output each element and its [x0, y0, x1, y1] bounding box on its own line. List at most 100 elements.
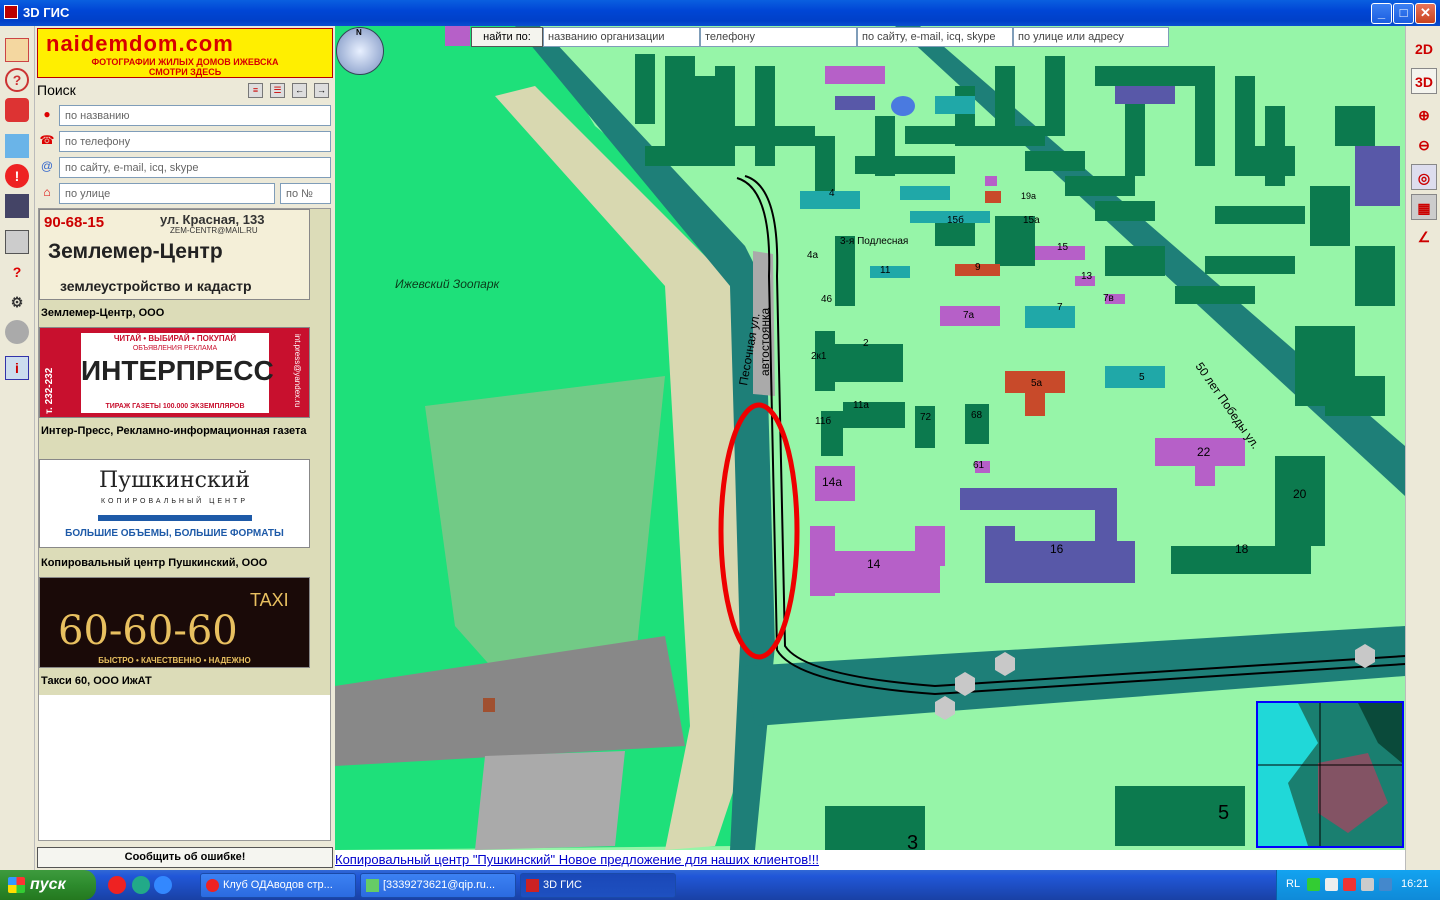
banner-site: naidemdom.com	[46, 31, 234, 56]
list-icon[interactable]: ≡	[248, 83, 263, 98]
podlesnaya-label: 3-я Подлесная	[840, 236, 908, 247]
camera-icon[interactable]	[5, 194, 29, 218]
opera-icon[interactable]	[108, 876, 126, 894]
svg-text:15б: 15б	[947, 214, 964, 226]
search-site-input[interactable]	[59, 157, 331, 178]
taskbar: пуск Клуб ОДАводов стр... [3339273621@qi…	[0, 870, 1440, 900]
window-title: 3D ГИС	[23, 5, 70, 20]
find-button[interactable]: найти по:	[471, 27, 543, 47]
tray-icon-2[interactable]	[1325, 878, 1338, 891]
report-error-button[interactable]: Сообщить об ошибке!	[37, 847, 333, 868]
victory-label: 50 лет Победы ул.	[1193, 360, 1263, 452]
pool	[891, 96, 915, 116]
ad-interpress-sub: ОБЪЯВЛЕНИЯ РЕКЛАМА	[132, 345, 218, 352]
opera-task-icon	[206, 879, 219, 892]
layers-icon[interactable]: ▦	[1411, 194, 1437, 220]
svg-text:9: 9	[975, 262, 981, 273]
ad-taxi-label: TAXI	[250, 590, 289, 610]
svg-text:18: 18	[1235, 542, 1249, 556]
language-indicator[interactable]: RL	[1286, 878, 1300, 890]
car-icon[interactable]	[5, 98, 29, 122]
ad-taxi-slogan: БЫСТРО • КАЧЕСТВЕННО • НАДЕЖНО	[98, 656, 251, 665]
settings-icon[interactable]: ⚙	[5, 290, 29, 314]
find-org-input[interactable]	[543, 27, 700, 47]
ad-interpress-title: ИНТЕРПРЕСС	[81, 355, 274, 386]
print-icon[interactable]	[5, 230, 29, 254]
ad-zemlemer-subtitle: землеустройство и кадастр	[60, 278, 252, 294]
ad-taxi-caption[interactable]: Такси 60, ООО ИжАТ	[41, 675, 152, 688]
ad-interpress[interactable]: т. 232-232 ЧИТАЙ • ВЫБИРАЙ • ПОКУПАЙ ОБЪ…	[39, 327, 330, 459]
tree-list-icon[interactable]: ☰	[270, 83, 285, 98]
zoom-out-icon[interactable]: ⊖	[1411, 132, 1437, 158]
search-name-input[interactable]	[59, 105, 331, 126]
route-icon[interactable]	[5, 134, 29, 158]
ad-pushkinsky-bar	[98, 515, 252, 521]
network-icon[interactable]	[132, 876, 150, 894]
ad-interpress-caption[interactable]: Интер-Пресс, Рекламно-информационная газ…	[41, 425, 311, 438]
tray-icon-1[interactable]	[1307, 878, 1320, 891]
find-phone-input[interactable]	[700, 27, 857, 47]
task-qip[interactable]: [3339273621@qip.ru...	[360, 873, 516, 898]
search-house-input[interactable]	[280, 183, 331, 204]
disc-icon[interactable]	[5, 320, 29, 344]
ad-zemlemer[interactable]: 90-68-15 ул. Красная, 133 ZEM-CENTR@MAIL…	[39, 209, 330, 327]
maximize-button[interactable]: □	[1393, 3, 1414, 24]
minimize-button[interactable]: _	[1371, 3, 1392, 24]
banner-line1: ФОТОГРАФИИ ЖИЛЫХ ДОМОВ ИЖЕВСКА	[91, 57, 279, 67]
svg-text:13: 13	[1081, 271, 1093, 282]
book-icon[interactable]	[5, 38, 29, 62]
sidebar: naidemdom.com ФОТОГРАФИИ ЖИЛЫХ ДОМОВ ИЖЕ…	[35, 26, 335, 870]
close-button[interactable]: ✕	[1415, 3, 1436, 24]
zoom-in-icon[interactable]: ⊕	[1411, 102, 1437, 128]
svg-text:16: 16	[1050, 542, 1064, 556]
minimap[interactable]	[1256, 701, 1404, 848]
ad-zemlemer-caption[interactable]: Землемер-Центр, ООО	[41, 307, 164, 320]
svg-text:68: 68	[971, 410, 983, 421]
house-icon: ⌂	[43, 185, 51, 199]
info-icon[interactable]: i	[5, 356, 29, 380]
back-arrow-icon[interactable]: ←	[292, 83, 307, 98]
ad-taxi[interactable]: TAXI 60-60-60 БЫСТРО • КАЧЕСТВЕННО • НАД…	[39, 577, 330, 695]
svg-text:11б: 11б	[815, 415, 831, 427]
phone-icon: ☎	[39, 133, 55, 147]
task-club[interactable]: Клуб ОДАводов стр...	[200, 873, 356, 898]
bottom-ad-link[interactable]: Копировальный центр "Пушкинский" Новое п…	[335, 852, 819, 867]
forward-arrow-icon[interactable]: →	[314, 83, 329, 98]
tray-icon-3[interactable]	[1343, 878, 1356, 891]
zoo-label: Ижевский Зоопарк	[395, 277, 501, 291]
ad-interpress-phone: т. 232-232	[44, 367, 55, 414]
right-toolbar: 2D 3D ⊕ ⊖ ◎ ▦ ∠	[1405, 26, 1440, 870]
ad-pushkinsky[interactable]: Пушкинский КОПИРОВАЛЬНЫЙ ЦЕНТР БОЛЬШИЕ О…	[39, 459, 330, 577]
map-canvas[interactable]: Ижевский Зоопарк автостоянка Песочная ул…	[335, 26, 1405, 850]
app-icon	[4, 5, 18, 19]
svg-text:61: 61	[973, 460, 985, 471]
start-button[interactable]: пуск	[0, 870, 96, 900]
search-globe-icon[interactable]: ?	[5, 68, 29, 92]
ad-pushkinsky-caption[interactable]: Копировальный центр Пушкинский, ООО	[41, 557, 267, 570]
help-icon[interactable]: ?	[5, 260, 29, 284]
compass-tool-icon[interactable]: ◎	[1411, 164, 1437, 190]
search-street-input[interactable]	[59, 183, 275, 204]
tray-icon-4[interactable]	[1361, 878, 1374, 891]
mode-2d-button[interactable]: 2D	[1411, 36, 1437, 62]
search-phone-input[interactable]	[59, 131, 331, 152]
find-address-input[interactable]	[1013, 27, 1169, 47]
mode-3d-button[interactable]: 3D	[1411, 68, 1437, 94]
ad-list: 90-68-15 ул. Красная, 133 ZEM-CENTR@MAIL…	[38, 208, 331, 841]
windows-flag-icon	[8, 877, 25, 893]
svg-text:11а: 11а	[853, 400, 869, 411]
qip-task-icon	[366, 879, 379, 892]
measure-icon[interactable]: ∠	[1411, 224, 1437, 250]
map-view[interactable]: Ижевский Зоопарк автостоянка Песочная ул…	[335, 26, 1405, 850]
tray-icon-5[interactable]	[1379, 878, 1392, 891]
find-site-input[interactable]	[857, 27, 1013, 47]
svg-text:15а: 15а	[1023, 215, 1040, 226]
svg-text:4: 4	[829, 188, 835, 199]
pin-icon: ●	[43, 107, 51, 121]
naidemdom-banner[interactable]: naidemdom.com ФОТОГРАФИИ ЖИЛЫХ ДОМОВ ИЖЕ…	[37, 28, 333, 78]
task-3dgis[interactable]: 3D ГИС	[520, 873, 676, 898]
svg-text:11: 11	[880, 265, 891, 276]
ie-icon[interactable]	[154, 876, 172, 894]
compass-icon[interactable]: N	[336, 27, 384, 75]
alert-icon[interactable]: !	[5, 164, 29, 188]
